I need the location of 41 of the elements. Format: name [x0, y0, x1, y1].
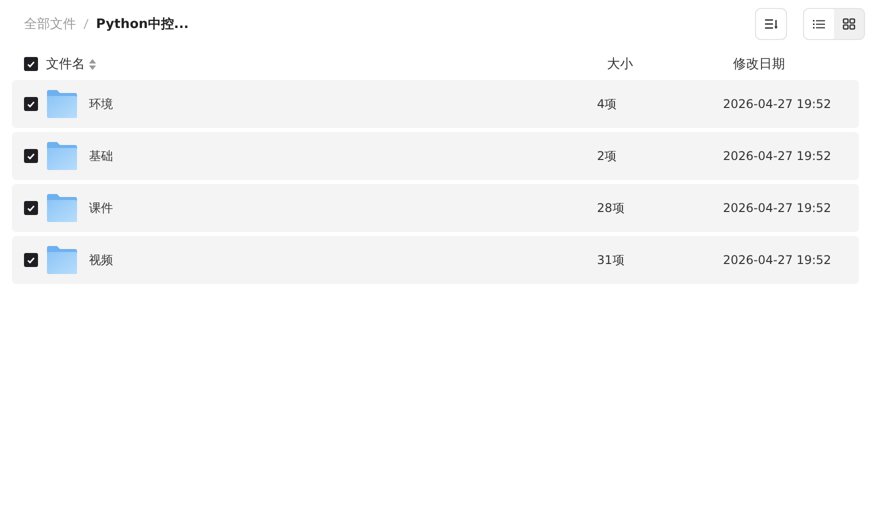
folder-row[interactable]: 基础 2项 2026-04-27 19:52 [12, 132, 859, 180]
row-checkbox[interactable] [24, 149, 38, 163]
folder-row[interactable]: 视频 31项 2026-04-27 19:52 [12, 236, 859, 284]
folder-icon [47, 246, 77, 274]
breadcrumb-separator [82, 18, 90, 30]
folder-name: 环境 [89, 96, 114, 112]
item-count: 4项 [597, 96, 618, 112]
row-checkbox[interactable] [24, 201, 38, 215]
modified-date: 2026-04-27 19:52 [723, 253, 832, 267]
check-icon [27, 152, 35, 160]
modified-date: 2026-04-27 19:52 [723, 201, 832, 215]
folder-name: 课件 [89, 200, 114, 216]
folder-icon [47, 90, 77, 118]
sort-icon[interactable] [89, 58, 96, 70]
folder-name: 基础 [89, 148, 114, 164]
check-icon [27, 60, 35, 68]
folder-row[interactable]: 课件 28项 2026-04-27 19:52 [12, 184, 859, 232]
folder-name: 视频 [89, 252, 114, 268]
sort-button[interactable] [755, 8, 787, 40]
folder-row[interactable]: 环境 4项 2026-04-27 19:52 [12, 80, 859, 128]
item-count: 2项 [597, 148, 618, 164]
grid-icon [842, 18, 856, 30]
item-count: 31项 [597, 252, 626, 268]
modified-date: 2026-04-27 19:52 [723, 149, 832, 163]
modified-date: 2026-04-27 19:52 [723, 97, 832, 111]
column-header[interactable]: 文件名 [46, 55, 85, 73]
row-checkbox[interactable] [24, 97, 38, 111]
select-all-checkbox[interactable] [24, 57, 38, 71]
folder-icon [47, 194, 77, 222]
check-icon [27, 100, 35, 108]
column-header: 修改日期 [733, 56, 785, 73]
list-view-button[interactable] [804, 9, 834, 39]
list-icon [812, 18, 826, 30]
sort-lines-icon [764, 18, 778, 30]
column-header: 大小 [607, 56, 634, 73]
check-icon [27, 256, 35, 264]
check-icon [27, 204, 35, 212]
item-count: 28项 [597, 200, 626, 216]
row-checkbox[interactable] [24, 253, 38, 267]
folder-icon [47, 142, 77, 170]
breadcrumb-link[interactable]: Python中控... [96, 15, 189, 33]
